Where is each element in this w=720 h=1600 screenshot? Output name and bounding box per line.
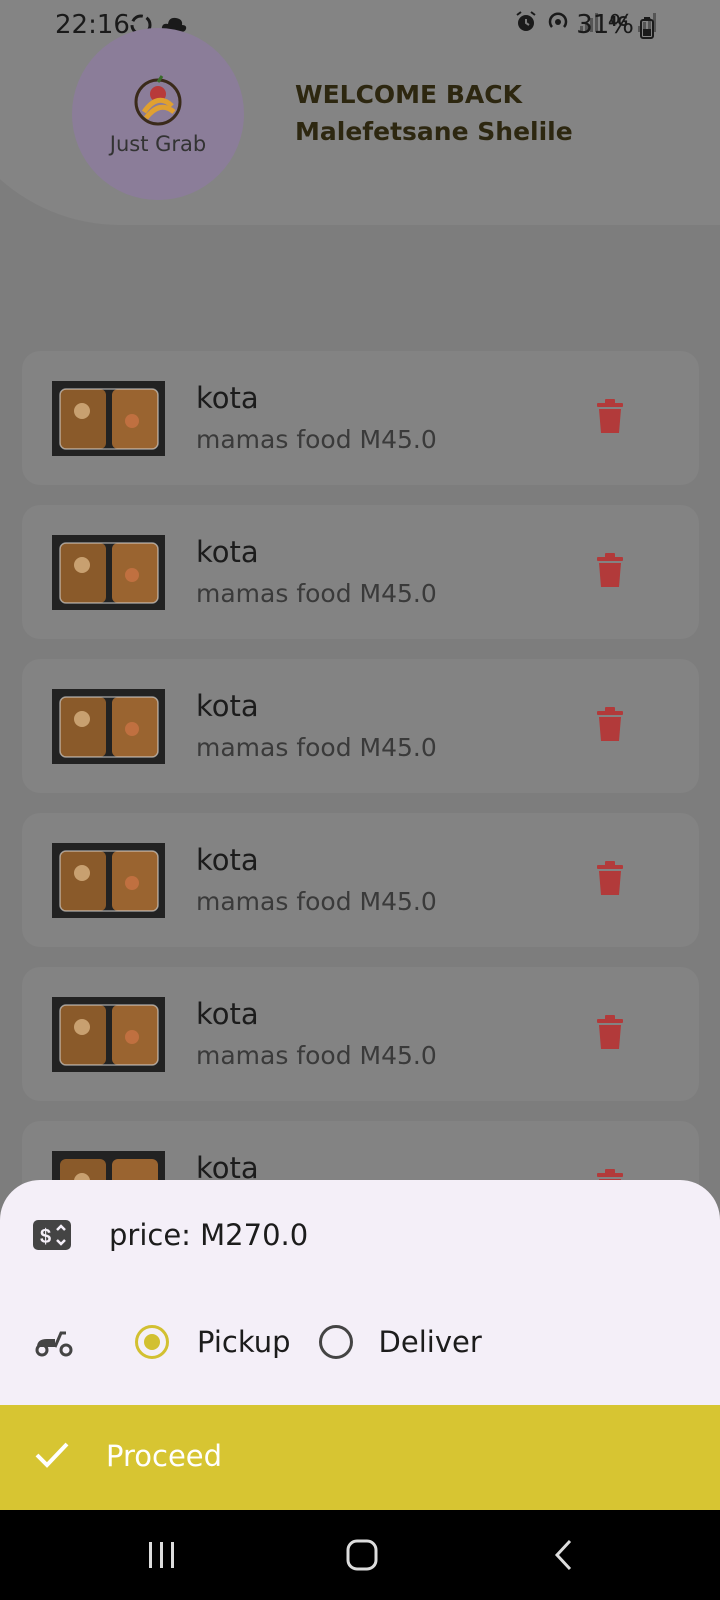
deliver-label: Deliver: [378, 1325, 482, 1359]
delete-icon[interactable]: [595, 1014, 625, 1050]
svg-text:$: $: [40, 1226, 51, 1248]
scooter-icon: [35, 1331, 73, 1357]
status-time: 22:16: [55, 10, 130, 40]
item-title: kota: [196, 689, 259, 723]
price-icon: $: [33, 1220, 71, 1250]
alarm-icon: [516, 11, 536, 31]
item-subtitle: mamas food M45.0: [196, 579, 437, 608]
logo: Just Grab: [72, 28, 244, 200]
checkout-sheet: $ price: M270.0 Pickup Deliver: [0, 1180, 720, 1405]
battery-icon: [640, 17, 654, 39]
cart-item[interactable]: kota mamas food M45.0: [22, 505, 699, 639]
logo-text: Just Grab: [109, 132, 207, 156]
food-image: [52, 535, 165, 610]
logo-icon: [134, 75, 182, 126]
proceed-button[interactable]: Proceed: [0, 1405, 720, 1510]
battery-percent: 31%: [576, 10, 634, 40]
check-icon: [35, 1442, 69, 1468]
cart-item[interactable]: kota mamas food M45.0: [22, 659, 699, 793]
item-title: kota: [196, 997, 259, 1031]
back-icon[interactable]: [552, 1539, 576, 1571]
item-title: kota: [196, 535, 259, 569]
price-total: price: M270.0: [109, 1218, 309, 1252]
screen: 22:16 4G 31% Just Grab WELCOME BACK Male…: [0, 0, 720, 1600]
delete-icon[interactable]: [595, 860, 625, 896]
delete-icon[interactable]: [595, 552, 625, 588]
item-subtitle: mamas food M45.0: [196, 425, 437, 454]
food-image: [52, 997, 165, 1072]
radio-deliver[interactable]: Deliver: [318, 1325, 482, 1359]
radio-pickup[interactable]: Pickup: [135, 1325, 291, 1359]
system-navbar: [0, 1510, 720, 1600]
delivery-options: Pickup Deliver: [33, 1325, 482, 1359]
food-image: [52, 689, 165, 764]
item-title: kota: [196, 843, 259, 877]
recent-apps-icon[interactable]: [146, 1540, 178, 1570]
item-title: kota: [196, 381, 259, 415]
hotspot-icon: [549, 12, 568, 28]
cart-list: kota mamas food M45.0 kota mamas food M4…: [22, 351, 699, 1275]
delete-icon[interactable]: [595, 398, 625, 434]
price-row: $ price: M270.0: [33, 1218, 308, 1252]
food-image: [52, 843, 165, 918]
cart-item[interactable]: kota mamas food M45.0: [22, 967, 699, 1101]
proceed-label: Proceed: [106, 1439, 223, 1473]
radio-pickup-selected[interactable]: [135, 1325, 169, 1359]
cart-item[interactable]: kota mamas food M45.0: [22, 813, 699, 947]
food-image: [52, 381, 165, 456]
item-subtitle: mamas food M45.0: [196, 887, 437, 916]
item-subtitle: mamas food M45.0: [196, 733, 437, 762]
home-icon[interactable]: [346, 1539, 378, 1571]
item-subtitle: mamas food M45.0: [196, 1041, 437, 1070]
delete-icon[interactable]: [595, 706, 625, 742]
pickup-label: Pickup: [197, 1325, 291, 1359]
welcome-title: WELCOME BACK Malefetsane Shelile: [295, 80, 573, 146]
cart-item[interactable]: kota mamas food M45.0: [22, 351, 699, 485]
radio-deliver-unselected[interactable]: [318, 1325, 353, 1359]
